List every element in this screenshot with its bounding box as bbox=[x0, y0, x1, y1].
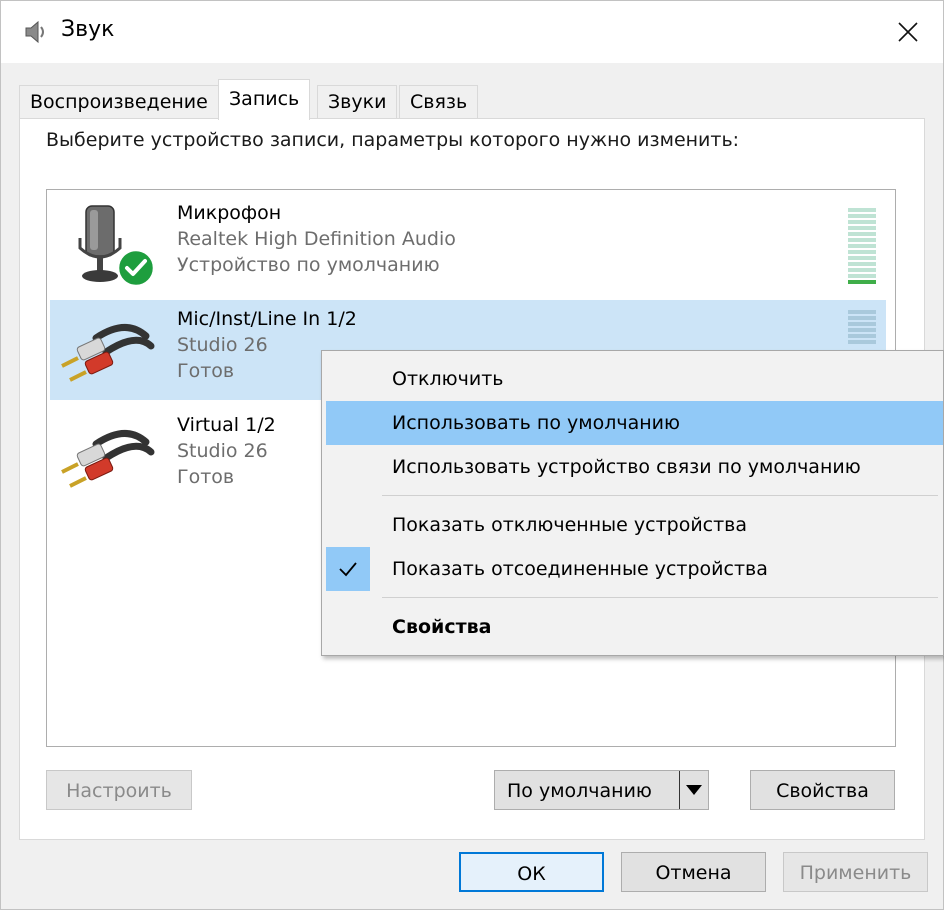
menu-item-show-disconnected[interactable]: Показать отсоединенные устройства bbox=[326, 547, 943, 591]
menu-item-label: Использовать устройство связи по умолчан… bbox=[392, 456, 861, 478]
close-icon bbox=[898, 22, 918, 42]
menu-item-set-default[interactable]: Использовать по умолчанию bbox=[326, 401, 943, 445]
tab-communications[interactable]: Связь bbox=[399, 85, 479, 118]
menu-item-label: Свойства bbox=[392, 616, 492, 638]
device-name: Mic/Inst/Line In 1/2 bbox=[177, 308, 357, 330]
device-name: Микрофон bbox=[177, 202, 282, 224]
configure-button[interactable]: Настроить bbox=[46, 770, 192, 810]
menu-item-show-disabled[interactable]: Показать отключенные устройства bbox=[326, 503, 943, 547]
menu-item-label: Отключить bbox=[392, 368, 504, 390]
ok-button[interactable]: ОК bbox=[459, 852, 604, 892]
menu-item-label: Использовать по умолчанию bbox=[392, 412, 680, 434]
properties-button[interactable]: Свойства bbox=[750, 770, 895, 810]
level-meter bbox=[848, 310, 876, 346]
rca-cable-icon bbox=[61, 324, 155, 382]
apply-button[interactable]: Применить bbox=[783, 852, 928, 892]
device-driver: Studio 26 bbox=[177, 334, 268, 356]
menu-item-set-default-communication[interactable]: Использовать устройство связи по умолчан… bbox=[326, 445, 943, 489]
cancel-button[interactable]: Отмена bbox=[621, 852, 766, 892]
speaker-icon bbox=[25, 20, 44, 44]
rca-cable-icon bbox=[61, 430, 155, 488]
device-driver: Studio 26 bbox=[177, 440, 268, 462]
menu-item-properties[interactable]: Свойства bbox=[326, 605, 943, 649]
tab-sounds[interactable]: Звуки bbox=[317, 85, 398, 118]
checkmark-icon bbox=[326, 547, 370, 591]
menu-item-label: Показать отключенные устройства bbox=[392, 514, 748, 536]
menu-separator bbox=[382, 495, 938, 496]
device-status: Устройство по умолчанию bbox=[177, 254, 440, 276]
menu-item-label: Показать отсоединенные устройства bbox=[392, 558, 768, 580]
set-default-dropdown[interactable] bbox=[679, 771, 708, 809]
default-check-icon bbox=[116, 248, 156, 288]
instruction-text: Выберите устройство записи, параметры ко… bbox=[46, 129, 740, 151]
tab-playback[interactable]: Воспроизведение bbox=[19, 85, 219, 118]
context-menu: Отключить Использовать по умолчанию Испо… bbox=[321, 350, 944, 656]
menu-separator bbox=[382, 597, 938, 598]
device-driver: Realtek High Definition Audio bbox=[177, 228, 456, 250]
menu-item-disable[interactable]: Отключить bbox=[326, 357, 943, 401]
title-bar: Звук bbox=[1, 1, 943, 63]
set-default-label: По умолчанию bbox=[507, 780, 652, 802]
tab-recording[interactable]: Запись bbox=[218, 79, 311, 120]
window-title: Звук bbox=[61, 17, 115, 42]
device-status: Готов bbox=[177, 466, 235, 488]
triangle-down-icon bbox=[686, 785, 702, 795]
device-microphone[interactable]: Микрофон Realtek High Definition Audio У… bbox=[50, 194, 886, 294]
device-status: Готов bbox=[177, 360, 235, 382]
device-name: Virtual 1/2 bbox=[177, 414, 276, 436]
set-default-split-button[interactable]: По умолчанию bbox=[494, 770, 709, 810]
level-meter bbox=[848, 208, 876, 286]
close-button[interactable] bbox=[891, 15, 925, 49]
